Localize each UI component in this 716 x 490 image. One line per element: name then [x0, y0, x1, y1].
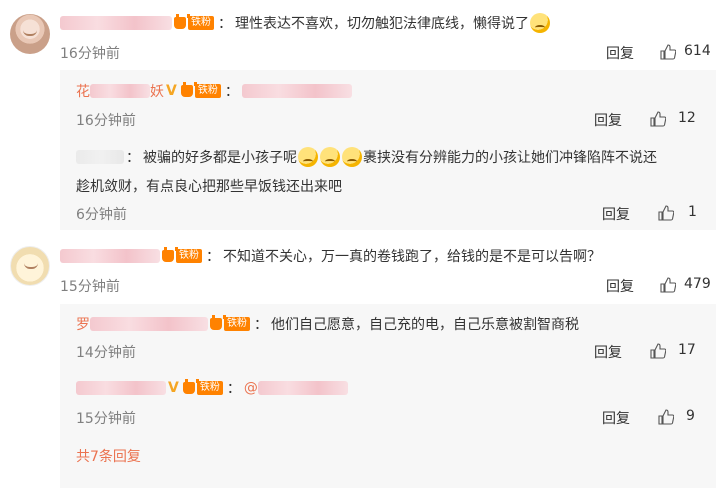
more-replies-link[interactable]: 共7条回复 — [76, 446, 141, 466]
vip-icon: V — [168, 380, 179, 396]
reply-button[interactable]: 回复 — [606, 43, 634, 63]
avatar-face — [23, 30, 37, 36]
like-icon[interactable] — [650, 343, 666, 359]
reply-button[interactable]: 回复 — [602, 408, 630, 428]
like-count: 1 — [688, 204, 697, 220]
fan-badge[interactable]: 铁粉 — [188, 16, 214, 30]
crown-icon — [162, 247, 178, 262]
like-icon[interactable] — [660, 44, 676, 60]
reply-username-prefix[interactable]: 罗 — [76, 314, 90, 334]
emoji-icon — [342, 147, 362, 167]
reply-button[interactable]: 回复 — [606, 276, 634, 296]
reply-line-2: 趁机敛财，有点良心把那些早饭钱还出来吧 — [76, 176, 342, 196]
mention-link[interactable]: @ — [244, 380, 258, 396]
reply-username[interactable] — [76, 150, 124, 164]
crown-icon — [210, 315, 226, 330]
like-icon[interactable] — [650, 111, 666, 127]
like-icon[interactable] — [658, 409, 674, 425]
timestamp: 16分钟前 — [60, 46, 120, 62]
like-count: 9 — [686, 408, 695, 424]
timestamp: 15分钟前 — [76, 411, 136, 427]
mention-username[interactable] — [257, 381, 348, 395]
like-count: 12 — [678, 110, 696, 126]
fan-badge[interactable]: 铁粉 — [224, 317, 250, 331]
fan-badge[interactable]: 铁粉 — [196, 381, 223, 395]
emoji-icon — [320, 147, 340, 167]
like-icon[interactable] — [658, 205, 674, 221]
avatar[interactable] — [10, 246, 50, 286]
reply-header: V 铁粉 ： @ — [76, 378, 348, 398]
fan-badge[interactable]: 铁粉 — [194, 84, 221, 98]
crown-icon — [180, 82, 197, 97]
crown-icon — [174, 14, 190, 29]
emoji-icon — [298, 147, 318, 167]
avatar-face — [24, 263, 38, 269]
reply-button[interactable]: 回复 — [602, 204, 630, 224]
timestamp: 15分钟前 — [60, 279, 120, 295]
reply-username-suffix[interactable]: 妖 — [150, 81, 164, 101]
timestamp: 14分钟前 — [76, 345, 136, 361]
reply-header: 花 妖 V 铁粉 ： — [76, 81, 352, 101]
reply-button[interactable]: 回复 — [594, 342, 622, 362]
crown-icon — [182, 379, 199, 394]
timestamp: 6分钟前 — [76, 207, 127, 223]
comment-header: 铁粉 ： 理性表达不喜欢，切勿触犯法律底线，懒得说了 — [60, 12, 551, 34]
username[interactable] — [60, 249, 160, 263]
like-icon[interactable] — [660, 277, 676, 293]
comment-text: 理性表达不喜欢，切勿触犯法律底线，懒得说了 — [235, 16, 529, 32]
like-count: 479 — [684, 276, 711, 292]
reply-text: 被骗的好多都是小孩子呢 — [143, 150, 297, 166]
reply-username[interactable] — [90, 84, 150, 98]
timestamp: 16分钟前 — [76, 113, 136, 129]
reply-username[interactable] — [76, 381, 166, 395]
comment-text: 不知道不关心，万一真的卷钱跑了，给钱的是不是可以告啊？ — [223, 249, 601, 265]
username[interactable] — [60, 16, 172, 30]
reply-text: 趁机敛财，有点良心把那些早饭钱还出来吧 — [76, 179, 342, 195]
reply-text-redacted — [241, 84, 352, 98]
reply-username-prefix[interactable]: 花 — [76, 81, 90, 101]
fan-badge[interactable]: 铁粉 — [176, 249, 202, 263]
reply-username[interactable] — [90, 317, 208, 331]
reply-header: 罗 铁粉 ： 他们自己愿意，自己充的电，自己乐意被割智商税 — [76, 314, 579, 334]
reply-text: 裹挟没有分辨能力的小孩让她们冲锋陷阵不说还 — [363, 150, 657, 166]
reply-line-1: ： 被骗的好多都是小孩子呢 裹挟没有分辨能力的小孩让她们冲锋陷阵不说还 — [76, 146, 657, 168]
comment-header: 铁粉 ： 不知道不关心，万一真的卷钱跑了，给钱的是不是可以告啊？ — [60, 245, 601, 267]
reply-button[interactable]: 回复 — [594, 110, 622, 130]
avatar[interactable] — [10, 14, 50, 54]
like-count: 614 — [684, 43, 711, 59]
vip-icon: V — [166, 83, 177, 99]
like-count: 17 — [678, 342, 696, 358]
reply-text: 他们自己愿意，自己充的电，自己乐意被割智商税 — [271, 317, 579, 333]
emoji-icon — [530, 13, 550, 33]
